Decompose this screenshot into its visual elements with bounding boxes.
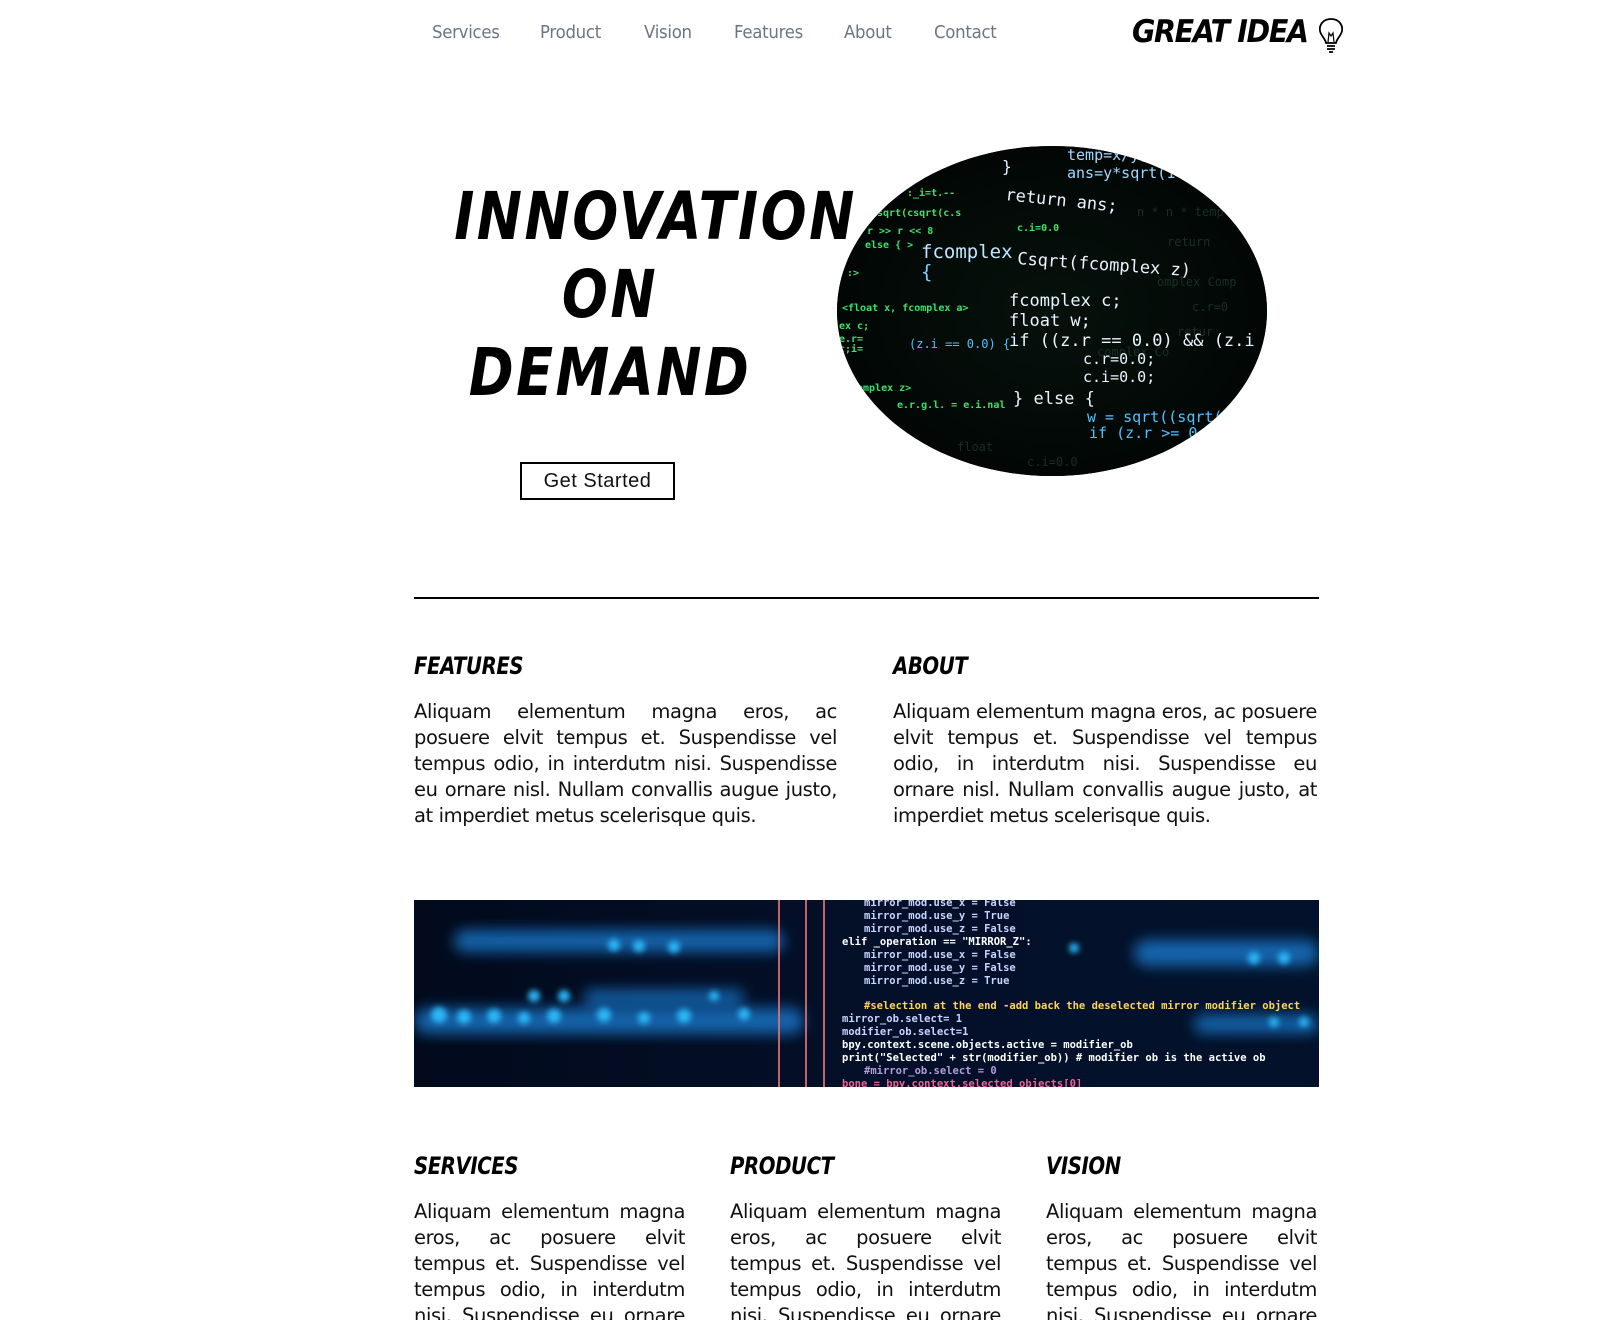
about-heading: About xyxy=(893,652,968,680)
hero-title-line-3: DEMAND xyxy=(468,334,752,411)
svg-text:{: { xyxy=(921,261,932,283)
services-body: Aliquam elementum magna eros, ac posuere… xyxy=(414,1200,685,1320)
svg-text:bpy.context.scene.objects.acti: bpy.context.scene.objects.active = modif… xyxy=(842,1039,1133,1051)
vision-body: Aliquam elementum magna eros, ac posuere… xyxy=(1046,1200,1317,1320)
nav-link-contact[interactable]: Contact xyxy=(934,22,1017,43)
nav-link-vision[interactable]: Vision xyxy=(644,22,727,43)
svg-text:modifier_ob.select=1: modifier_ob.select=1 xyxy=(842,1026,968,1038)
svg-text:mirror_mod.use_z = False: mirror_mod.use_z = False xyxy=(864,923,1016,935)
svg-text:c.r=0: c.r=0 xyxy=(1192,300,1228,314)
svg-text:ans=y*sqrt(1.0+temp: ans=y*sqrt(1.0+temp xyxy=(1067,164,1239,182)
svg-text:r >> r << 8: r >> r << 8 xyxy=(867,226,933,237)
site-logo[interactable]: GREAT IDEA xyxy=(1132,14,1345,56)
svg-text:omplex z>: omplex z> xyxy=(857,383,911,394)
nav-link-product[interactable]: Product xyxy=(540,22,636,43)
features-heading: Features xyxy=(414,652,524,680)
svg-text:#selection at the end -add bac: #selection at the end -add back the dese… xyxy=(864,1000,1300,1012)
svg-text::_i=t.--: :_i=t.-- xyxy=(907,187,955,199)
svg-text:float w;: float w; xyxy=(1009,311,1091,331)
about-body: Aliquam elementum magna eros, ac posuere… xyxy=(893,700,1317,827)
svg-text:ex c;: ex c; xyxy=(839,321,869,332)
logo-text: GREAT IDEA xyxy=(1132,14,1309,50)
main-nav: Services Product Vision Features About C… xyxy=(432,22,1024,43)
svg-text:return: return xyxy=(1167,235,1210,249)
svg-text:}: } xyxy=(1002,157,1012,176)
nav-link-services[interactable]: Services xyxy=(432,22,531,43)
code-banner-image: mirror_mod.use_x = False mirror_mod.use_… xyxy=(414,900,1319,1087)
nav-link-about[interactable]: About xyxy=(844,22,927,43)
svg-text:mirror_mod.use_x = False: mirror_mod.use_x = False xyxy=(864,900,1016,909)
nav-link-features[interactable]: Features xyxy=(734,22,835,43)
hero-code-image: n * n * temp return omplex Comp c.r=0 re… xyxy=(837,146,1267,476)
svg-text:sqrt(csqrt(c.s: sqrt(csqrt(c.s xyxy=(877,208,961,219)
section-divider xyxy=(414,597,1319,599)
svg-text:print("Selected" + str(modifie: print("Selected" + str(modifier_ob)) # m… xyxy=(842,1052,1266,1064)
services-heading: Services xyxy=(414,1152,519,1180)
svg-text:temp=x/y;: temp=x/y; xyxy=(1067,146,1148,164)
svg-text:mirror_mod.use_x = False: mirror_mod.use_x = False xyxy=(864,949,1016,961)
svg-text:e.r.g.l. = e.i.nal: e.r.g.l. = e.i.nal xyxy=(897,399,1005,411)
svg-text:c.i=0.0: c.i=0.0 xyxy=(1027,455,1078,469)
vision-heading: Vision xyxy=(1046,1152,1121,1180)
svg-text:mirror_ob.select= 1: mirror_ob.select= 1 xyxy=(842,1013,962,1025)
svg-text:c.r=0.0;: c.r=0.0; xyxy=(1083,350,1155,368)
svg-text:mirror_mod.use_z = True: mirror_mod.use_z = True xyxy=(864,975,1009,987)
svg-text:(z.i == 0.0) {: (z.i == 0.0) { xyxy=(909,337,1010,351)
svg-text::>: :> xyxy=(847,268,859,279)
get-started-button[interactable]: Get Started xyxy=(520,462,675,500)
svg-text:mirror_mod.use_y = False: mirror_mod.use_y = False xyxy=(864,962,1016,974)
svg-text:} else {: } else { xyxy=(1013,389,1095,409)
svg-text:#mirror_ob.select = 0: #mirror_ob.select = 0 xyxy=(864,1065,997,1077)
svg-text:c;i=: c;i= xyxy=(839,343,863,355)
svg-text:<float x, fcomplex a>: <float x, fcomplex a> xyxy=(842,303,968,314)
svg-text:bone = bpy.context.selected_ob: bone = bpy.context.selected_objects[0] xyxy=(842,1078,1082,1087)
hero-title-line-2: ON xyxy=(561,256,659,333)
svg-text:float: float xyxy=(957,440,993,454)
svg-text:n * n * temp: n * n * temp xyxy=(1137,205,1224,219)
product-body: Aliquam elementum magna eros, ac posuere… xyxy=(730,1200,1001,1320)
svg-text:fcomplex: fcomplex xyxy=(921,241,1013,263)
hero-title-line-1: INNOVATION xyxy=(454,178,857,255)
product-heading: Product xyxy=(730,1152,834,1180)
svg-text:elif _operation == "MIRROR_Z":: elif _operation == "MIRROR_Z": xyxy=(842,936,1032,948)
svg-text:if (z.r >= 0.0){: if (z.r >= 0.0){ xyxy=(1089,424,1234,442)
hero-title: INNOVATION ON DEMAND xyxy=(454,178,857,412)
svg-text:mirror_mod.use_y = True: mirror_mod.use_y = True xyxy=(864,910,1009,922)
svg-text:fcomplex c;: fcomplex c; xyxy=(1009,291,1122,311)
features-body: Aliquam elementum magna eros, ac posuere… xyxy=(414,700,837,827)
code-banner-graphic: mirror_mod.use_x = False mirror_mod.use_… xyxy=(414,900,1319,1087)
svg-text:else { >: else { > xyxy=(865,240,913,251)
svg-text:c.i=0.0: c.i=0.0 xyxy=(1017,222,1059,234)
lightbulb-icon xyxy=(1318,18,1343,53)
svg-text:c.i=0.0;: c.i=0.0; xyxy=(1083,368,1155,386)
hero-code-graphic: n * n * temp return omplex Comp c.r=0 re… xyxy=(837,146,1267,476)
svg-text:if ((z.r == 0.0) && (z.i == 0.: if ((z.r == 0.0) && (z.i == 0.0)) { xyxy=(1009,331,1267,351)
